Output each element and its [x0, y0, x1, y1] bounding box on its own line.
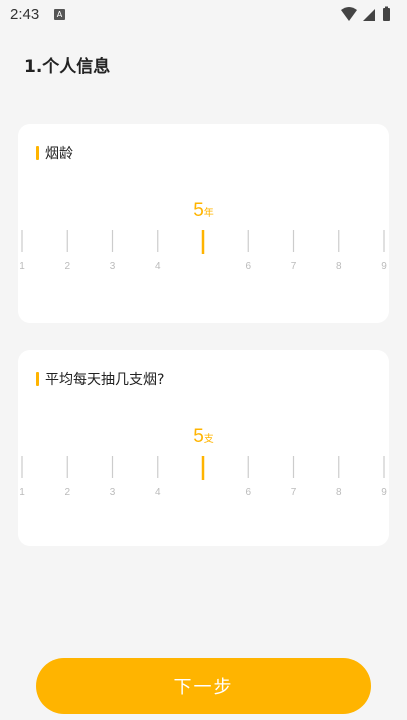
- label-accent-bar: [36, 146, 39, 160]
- battery-icon: [383, 6, 390, 21]
- card-label-text: 平均每天抽几支烟?: [45, 372, 165, 388]
- card-label-text: 烟龄: [45, 146, 73, 162]
- cigarettes-ruler-picker[interactable]: 1 2 3 4 6 7 8 9: [18, 456, 389, 501]
- ruler-tick-label: 9: [381, 487, 387, 498]
- ruler-value-unit: 支: [203, 434, 214, 445]
- ruler-tick-label: 9: [381, 261, 387, 272]
- ruler-tick-label: 2: [64, 261, 70, 272]
- ruler-value-number: 5: [193, 200, 204, 221]
- status-time: 2:43: [10, 6, 40, 23]
- ruler-tick-label: 6: [245, 261, 251, 272]
- status-bar: 2:43 A: [0, 0, 407, 30]
- ruler-tick-label: 8: [336, 487, 342, 498]
- ruler-tick-label: 1: [19, 261, 25, 272]
- ruler-tick-label: 6: [245, 487, 251, 498]
- signal-icon: [363, 9, 375, 21]
- card-label: 平均每天抽几支烟?: [36, 371, 165, 388]
- ruler-tick-label: 7: [291, 487, 297, 498]
- ruler-tick-label: 4: [155, 261, 161, 272]
- ruler-selected-value: 5年: [18, 200, 389, 222]
- daily-cigarettes-card: 平均每天抽几支烟? 5支 1 2 3 4 6 7 8 9: [18, 350, 389, 546]
- card-label: 烟龄: [36, 145, 73, 162]
- years-ruler-picker[interactable]: 1 2 3 4 6 7 8 9: [18, 230, 389, 275]
- ruler-tick-label: 4: [155, 487, 161, 498]
- ruler-selected-value: 5支: [18, 426, 389, 448]
- wifi-icon: [341, 7, 357, 21]
- label-accent-bar: [36, 372, 39, 386]
- page-title: 1.个人信息: [24, 57, 111, 77]
- ruler-value-number: 5: [193, 426, 204, 447]
- next-step-button[interactable]: 下一步: [36, 658, 371, 714]
- ruler-tick-label: 7: [291, 261, 297, 272]
- ruler-tick-label: 8: [336, 261, 342, 272]
- ruler-value-unit: 年: [203, 208, 214, 219]
- ruler-tick-label: 3: [110, 261, 116, 272]
- ruler-tick-label: 2: [64, 487, 70, 498]
- notification-a-icon: A: [54, 9, 65, 20]
- ruler-tick-label: 1: [19, 487, 25, 498]
- ruler-tick-label: 3: [110, 487, 116, 498]
- status-icons: [339, 6, 399, 24]
- smoking-years-card: 烟龄 5年 1 2 3 4 6 7 8 9: [18, 124, 389, 323]
